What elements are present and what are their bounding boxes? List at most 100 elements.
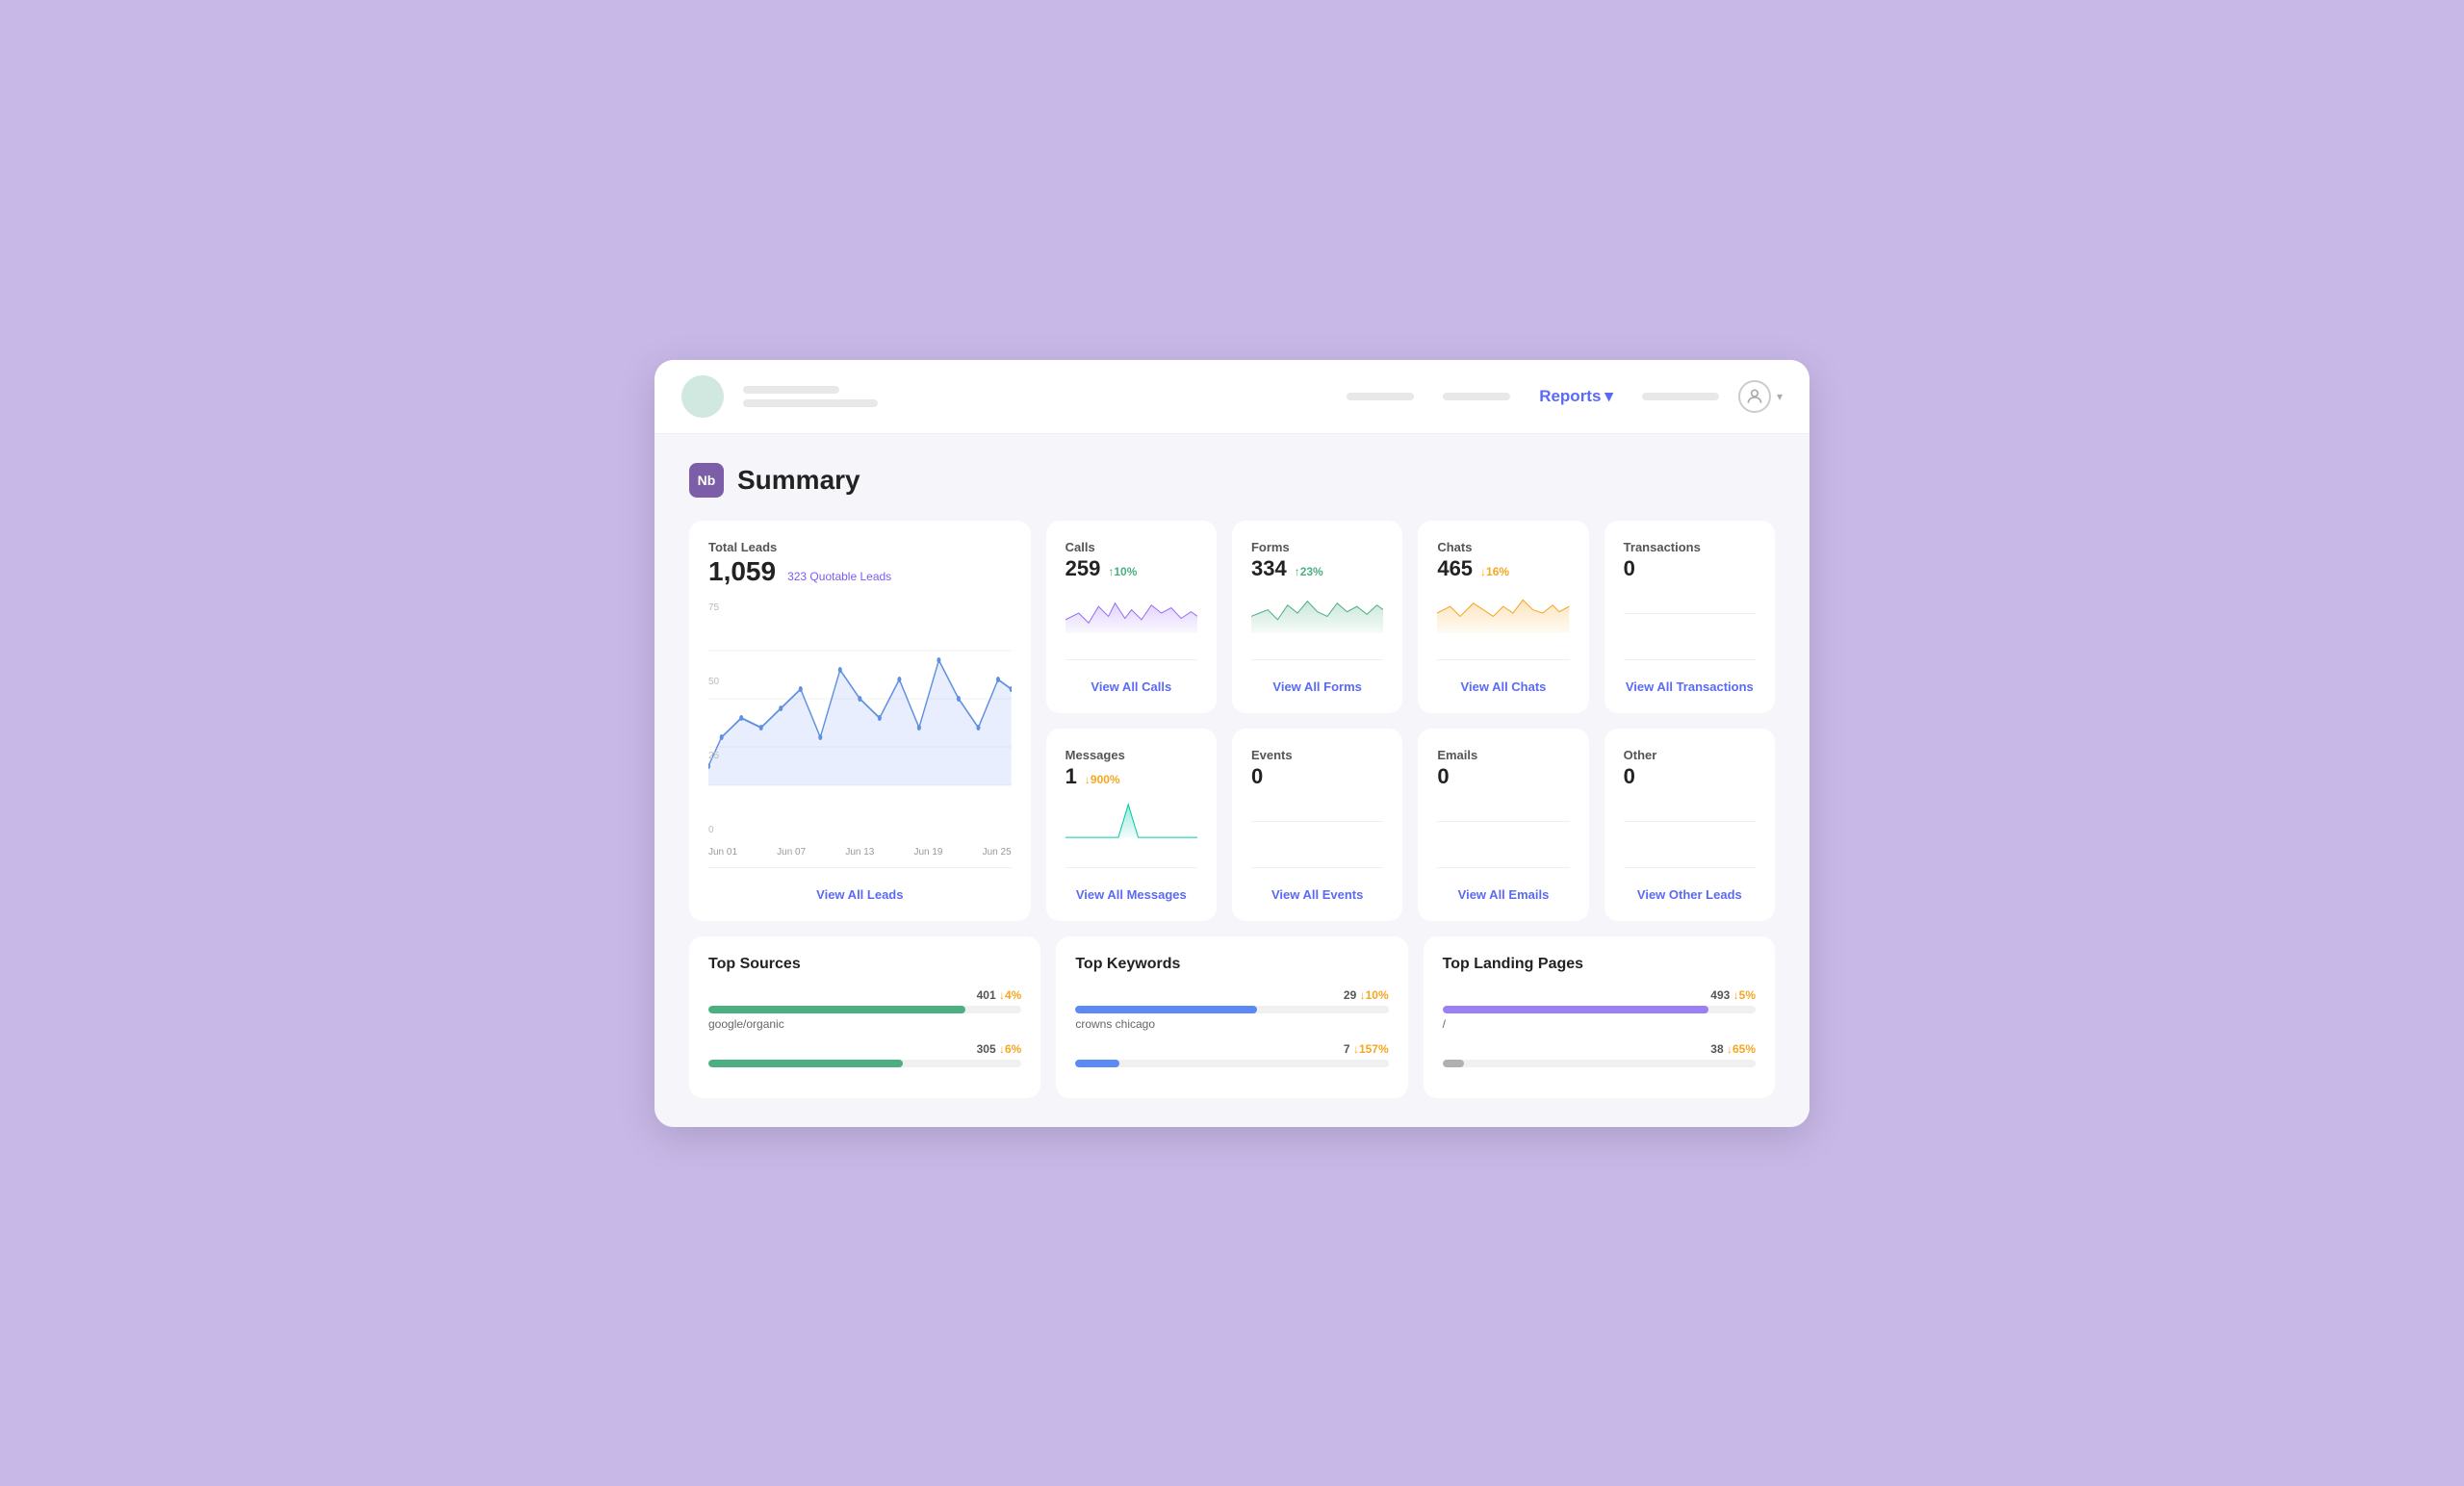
source-2-change: ↓6% [999,1042,1021,1056]
chats-value: 465 [1437,558,1473,579]
source-row-1: 401 ↓4% google/organic [708,988,1021,1031]
landing-1-name: / [1443,1017,1756,1031]
landing-1-value: 493 [1710,988,1730,1002]
source-2-value: 305 [977,1042,996,1056]
events-label: Events [1251,748,1383,762]
source-1-bar-fill [708,1006,965,1013]
calls-label: Calls [1065,540,1197,554]
page-header: Nb Summary [689,463,1775,498]
top-keywords-title: Top Keywords [1075,956,1388,973]
keyword-2-change: ↓157% [1353,1042,1389,1056]
keyword-2-bar-fill [1075,1060,1119,1067]
nav-links: Reports ▾ [1347,387,1719,406]
main-content: Nb Summary Total Leads 1,059 323 Quotabl… [654,434,1810,1127]
chats-change: ↓16% [1480,565,1509,578]
nav-line-2 [743,399,878,407]
nav-placeholder-link-2 [1443,393,1510,400]
emails-value: 0 [1437,766,1569,787]
messages-card: Messages 1 ↓900% View All Messages [1046,729,1217,921]
view-other-leads-link[interactable]: View Other Leads [1624,878,1756,902]
source-2-bar-fill [708,1060,903,1067]
landing-row-2: 38 ↓65% [1443,1042,1756,1067]
top-keywords-card: Top Keywords 29 ↓10% crowns chicago [1056,936,1407,1098]
nav-brand-info [743,386,878,407]
view-all-chats-link[interactable]: View All Chats [1437,670,1569,694]
keyword-1-bar-fill [1075,1006,1257,1013]
landing-2-bar-fill [1443,1060,1465,1067]
keyword-2-value: 7 [1344,1042,1350,1056]
source-row-2: 305 ↓6% [708,1042,1021,1067]
total-leads-chart [708,602,1012,795]
forms-chart [1251,589,1383,637]
landing-1-change: ↓5% [1733,988,1756,1002]
view-all-calls-link[interactable]: View All Calls [1065,670,1197,694]
keyword-1-value: 29 [1344,988,1356,1002]
landing-2-bar-track [1443,1060,1756,1067]
top-sources-title: Top Sources [708,956,1021,973]
landing-row-1: 493 ↓5% / [1443,988,1756,1031]
top-landing-pages-card: Top Landing Pages 493 ↓5% / [1424,936,1775,1098]
calls-card: Calls 259 ↑10% View All Calls [1046,521,1217,713]
view-all-messages-link[interactable]: View All Messages [1065,878,1197,902]
transactions-card: Transactions 0 View All Transactions [1604,521,1775,713]
keyword-row-1: 29 ↓10% crowns chicago [1075,988,1388,1031]
chats-chart [1437,589,1569,637]
keyword-1-change: ↓10% [1360,988,1389,1002]
forms-value: 334 [1251,558,1287,579]
view-all-forms-link[interactable]: View All Forms [1251,670,1383,694]
nav-placeholder-link-1 [1347,393,1414,400]
keyword-row-2: 7 ↓157% [1075,1042,1388,1067]
chats-label: Chats [1437,540,1569,554]
nav-line-1 [743,386,839,394]
quotable-leads: 323 Quotable Leads [787,570,891,583]
landing-1-bar-fill [1443,1006,1709,1013]
source-1-change: ↓4% [999,988,1021,1002]
emails-card: Emails 0 View All Emails [1418,729,1588,921]
total-leads-value: 1,059 [708,558,776,585]
landing-2-value: 38 [1710,1042,1723,1056]
other-card: Other 0 View Other Leads [1604,729,1775,921]
page-title: Summary [737,465,860,496]
chats-card: Chats 465 ↓16% View All Chats [1418,521,1588,713]
other-label: Other [1624,748,1756,762]
top-landing-pages-title: Top Landing Pages [1443,956,1756,973]
page-icon: Nb [689,463,724,498]
keyword-1-name: crowns chicago [1075,1017,1388,1031]
nav-placeholder-link-3 [1642,393,1719,400]
calls-chart [1065,589,1197,637]
nav-user-chevron: ▾ [1777,390,1783,403]
other-value: 0 [1624,766,1756,787]
user-avatar-icon [1738,380,1771,413]
view-all-transactions-link[interactable]: View All Transactions [1624,670,1756,694]
bottom-cards-row: Top Sources 401 ↓4% google/organic [689,936,1775,1098]
browser-window: Reports ▾ ▾ Nb Summary Tot [654,360,1810,1127]
source-2-bar-track [708,1060,1021,1067]
messages-value: 1 [1065,766,1077,787]
total-leads-label: Total Leads [708,540,1012,554]
messages-change: ↓900% [1085,773,1120,786]
events-card: Events 0 View All Events [1232,729,1402,921]
keyword-2-bar-track [1075,1060,1388,1067]
view-all-leads-link[interactable]: View All Leads [708,878,1012,902]
emails-label: Emails [1437,748,1569,762]
transactions-label: Transactions [1624,540,1756,554]
source-1-name: google/organic [708,1017,1021,1031]
forms-card: Forms 334 ↑23% View All Forms [1232,521,1402,713]
keyword-1-bar-track [1075,1006,1388,1013]
transactions-value: 0 [1624,558,1756,579]
messages-chart [1065,797,1197,845]
nav-reports-label: Reports [1539,387,1601,406]
total-leads-x-labels: Jun 01Jun 07Jun 13Jun 19Jun 25 [708,847,1012,858]
forms-label: Forms [1251,540,1383,554]
calls-value: 259 [1065,558,1101,579]
events-value: 0 [1251,766,1383,787]
nav-user[interactable]: ▾ [1738,380,1783,413]
top-sources-card: Top Sources 401 ↓4% google/organic [689,936,1040,1098]
total-leads-card: Total Leads 1,059 323 Quotable Leads [689,521,1031,921]
view-all-emails-link[interactable]: View All Emails [1437,878,1569,902]
nav-reports-link[interactable]: Reports ▾ [1539,387,1613,406]
view-all-events-link[interactable]: View All Events [1251,878,1383,902]
messages-label: Messages [1065,748,1197,762]
nav-reports-dropdown-icon: ▾ [1604,387,1613,406]
nav-bar: Reports ▾ ▾ [654,360,1810,434]
